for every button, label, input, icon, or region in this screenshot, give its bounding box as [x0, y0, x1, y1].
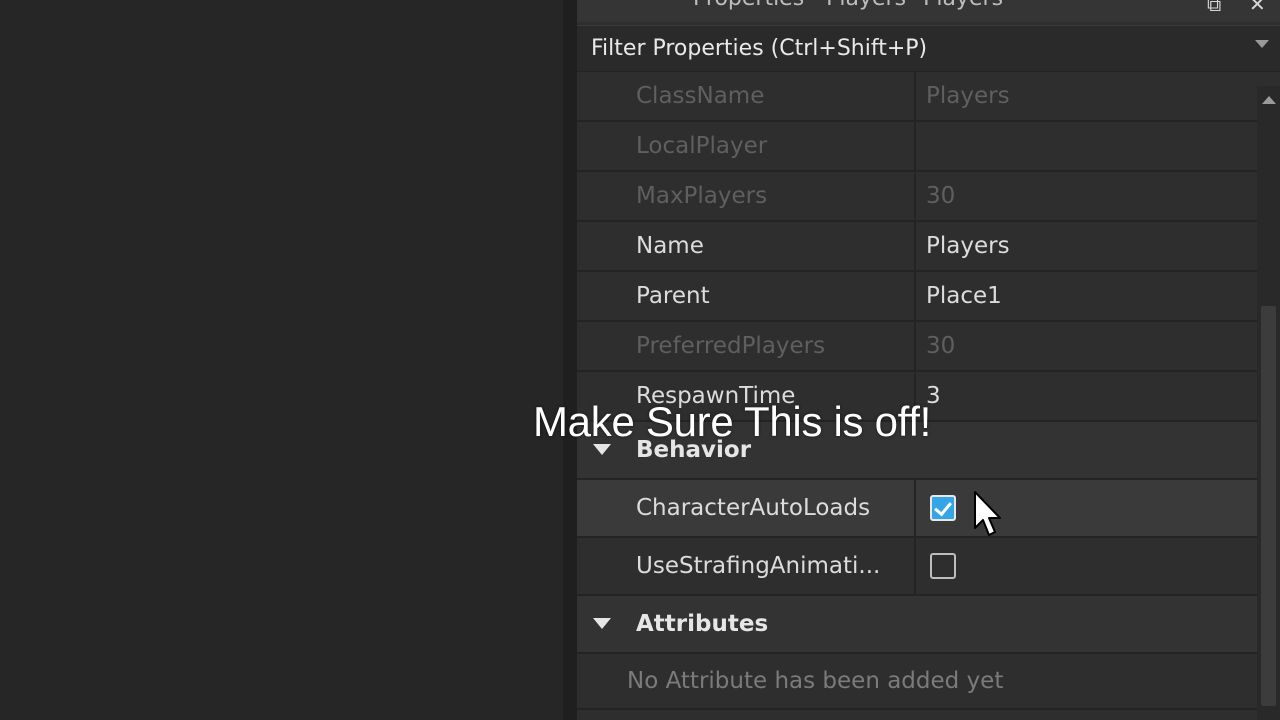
column-divider: [914, 72, 916, 120]
property-name: MaxPlayers: [636, 183, 768, 209]
column-divider: [914, 272, 916, 320]
collapse-triangle-icon[interactable]: [593, 444, 611, 455]
property-row-usestrafinganimations[interactable]: UseStrafingAnimati...: [577, 538, 1257, 596]
scrollbar-thumb[interactable]: [1261, 306, 1276, 706]
property-value: Players: [926, 83, 1010, 109]
properties-panel: Properties - Players "Players" ⧉ ✕ Class…: [577, 0, 1280, 720]
filter-dropdown-chevron-down-icon[interactable]: [1255, 40, 1269, 48]
characterautoloads-checkbox[interactable]: [930, 495, 956, 521]
usestrafinganimations-checkbox[interactable]: [930, 553, 956, 579]
property-value: 30: [926, 333, 956, 359]
property-row-localplayer[interactable]: LocalPlayer: [577, 122, 1257, 172]
property-value[interactable]: Place1: [926, 272, 1002, 320]
column-divider: [914, 122, 916, 170]
filter-properties-input[interactable]: [583, 29, 1243, 67]
property-list-scrollbar[interactable]: [1257, 86, 1280, 720]
viewport[interactable]: [0, 0, 563, 720]
column-divider: [914, 372, 916, 420]
property-row-name[interactable]: Name Players: [577, 222, 1257, 272]
property-list: ClassName Players LocalPlayer MaxPlayers…: [577, 72, 1257, 710]
column-divider: [914, 172, 916, 220]
studio-window: Properties - Players "Players" ⧉ ✕ Class…: [0, 0, 1280, 720]
property-row-classname[interactable]: ClassName Players: [577, 72, 1257, 122]
panel-title: Properties - Players "Players": [693, 0, 1013, 11]
property-name: PreferredPlayers: [636, 333, 826, 359]
attributes-empty-row: No Attribute has been added yet: [577, 654, 1257, 710]
property-row-maxplayers[interactable]: MaxPlayers 30: [577, 172, 1257, 222]
panel-splitter[interactable]: [563, 0, 577, 720]
column-divider: [914, 322, 916, 370]
column-divider: [914, 538, 916, 594]
scroll-up-arrow-icon[interactable]: [1262, 96, 1276, 104]
property-value: 30: [926, 183, 956, 209]
section-behavior[interactable]: Behavior: [577, 422, 1257, 480]
property-row-characterautoloads[interactable]: CharacterAutoLoads: [577, 480, 1257, 538]
property-name: RespawnTime: [636, 383, 796, 409]
property-name: CharacterAutoLoads: [636, 495, 871, 521]
property-name: Name: [636, 233, 704, 259]
property-value[interactable]: 3: [926, 372, 941, 420]
property-value[interactable]: Players: [926, 222, 1010, 270]
section-attributes[interactable]: Attributes: [577, 596, 1257, 654]
property-row-preferredplayers[interactable]: PreferredPlayers 30: [577, 322, 1257, 372]
property-name: LocalPlayer: [636, 133, 768, 159]
property-row-respawntime[interactable]: RespawnTime 3: [577, 372, 1257, 422]
section-title: Attributes: [636, 611, 769, 637]
property-name: UseStrafingAnimati...: [636, 553, 881, 579]
filter-bar: [577, 25, 1280, 72]
undock-icon[interactable]: ⧉: [1207, 0, 1221, 16]
properties-titlebar: Properties - Players "Players" ⧉ ✕: [577, 0, 1280, 22]
section-title: Behavior: [636, 437, 752, 463]
close-icon[interactable]: ✕: [1249, 0, 1266, 16]
property-name: ClassName: [636, 83, 765, 109]
no-attributes-text: No Attribute has been added yet: [627, 668, 1004, 694]
property-name: Parent: [636, 283, 710, 309]
column-divider: [914, 222, 916, 270]
column-divider: [914, 480, 916, 536]
property-row-parent[interactable]: Parent Place1: [577, 272, 1257, 322]
collapse-triangle-icon[interactable]: [593, 618, 611, 629]
